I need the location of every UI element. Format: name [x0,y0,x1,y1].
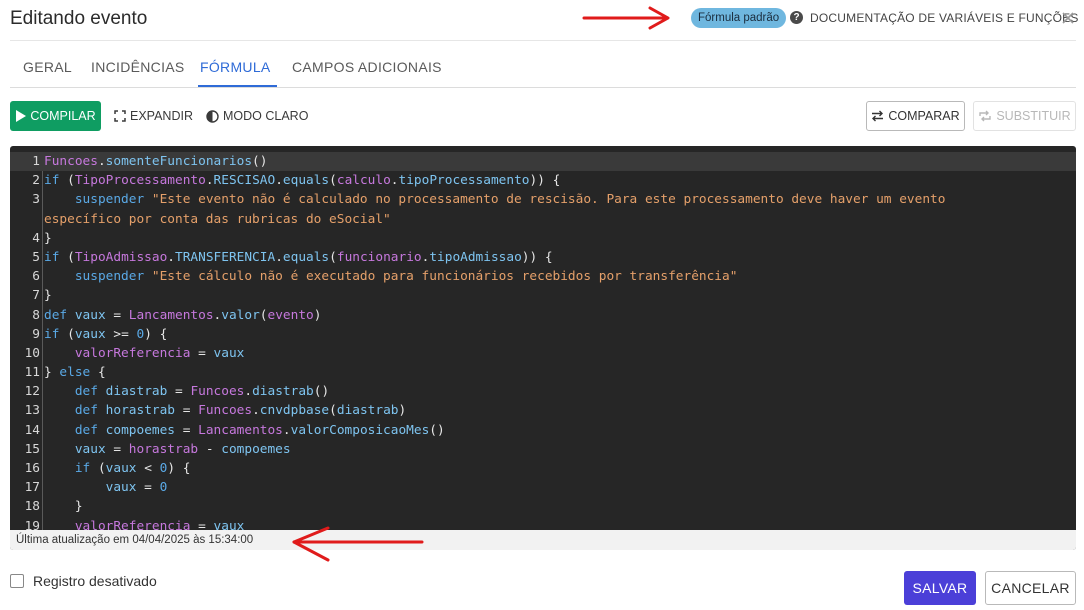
line-number: 4 [32,230,40,246]
code-line[interactable]: 9 if (vaux >= 0) { [10,325,1076,344]
code-text: Funcoes.somenteFuncionarios() [44,154,268,169]
expand-icon [114,110,126,122]
code-line[interactable]: específico por conta das rubricas do eSo… [10,210,1076,229]
replace-icon [979,110,992,122]
disabled-record-checkbox[interactable] [10,574,24,588]
swap-icon [872,110,884,122]
code-text: específico por conta das rubricas do eSo… [44,211,391,227]
line-number: 17 [24,480,40,496]
tab-incidencias[interactable]: INCIDÊNCIAS [91,59,185,75]
expand-label: EXPANDIR [130,109,193,123]
code-line[interactable]: 5 if (TipoAdmissao.TRANSFERENCIA.equals(f… [10,248,1076,267]
line-number: 11 [24,365,40,381]
line-number: 19 [24,518,40,530]
code-text: if (vaux < 0) { [74,461,191,476]
header-divider [10,40,1076,41]
code-line[interactable]: 2 if (TipoProcessamento.RESCISAO.equals(c… [10,171,1076,190]
code-text: suspender "Este cálculo não é executado … [74,269,738,285]
tab-geral[interactable]: GERAL [23,59,72,75]
tab-bar: GERAL INCIDÊNCIAS FÓRMULA CAMPOS ADICION… [10,48,1076,88]
question-circle-icon[interactable]: ? [790,11,803,24]
code-editor[interactable]: 1 Funcoes.somenteFuncionarios() 2 if (TipoP… [10,146,1076,550]
code-text: if (vaux >= 0) { [44,326,168,342]
compile-button[interactable]: COMPILAR [10,101,101,131]
replace-button[interactable]: SUBSTITUIR [973,101,1076,131]
code-text: def compoemes = Lancamentos.valorComposi… [74,422,445,438]
line-number: 12 [24,384,40,400]
line-number: 18 [24,499,40,515]
code-text: valorReferencia = vaux [74,345,245,361]
code-line[interactable]: 17 vaux = 0 [10,478,1076,497]
code-text: } [44,499,83,515]
light-mode-label: MODO CLARO [223,109,309,123]
code-text: def vaux = Lancamentos.valor(evento) [44,307,322,323]
code-text: } [44,288,52,304]
expand-button[interactable]: EXPANDIR [114,101,193,131]
last-update-status: Última atualização em 04/04/2025 às 15:3… [10,530,1076,550]
disabled-record-label: Registro desativado [33,573,157,589]
code-line[interactable]: 12 def diastrab = Funcoes.diastrab() [10,382,1076,401]
code-line[interactable]: 13 def horastrab = Funcoes.cnvdpbase(dia… [10,401,1076,420]
compile-label: COMPILAR [30,109,96,123]
default-formula-badge: Fórmula padrão [691,8,787,28]
code-line[interactable]: 3 suspender "Este evento não é calculado… [10,190,1076,209]
code-text: vaux = 0 [105,480,168,496]
line-number: 1 [32,154,40,169]
code-text: if (TipoAdmissao.TRANSFERENCIA.equals(fu… [44,249,553,265]
close-icon[interactable] [1060,10,1076,26]
contrast-icon [206,109,219,123]
save-button[interactable]: SALVAR [904,571,976,605]
line-number: 16 [24,461,40,476]
line-number: 7 [32,288,40,304]
line-number: 13 [24,403,40,419]
code-text: if (TipoProcessamento.RESCISAO.equals(ca… [44,173,561,189]
code-line[interactable]: 19 valorReferencia = vaux [10,517,1076,530]
code-text: def horastrab = Funcoes.cnvdpbase(diastr… [74,403,407,419]
editor-toolbar: COMPILAR EXPANDIR MODO CLARO COMPARAR SU… [10,101,1076,131]
line-number: 9 [32,326,40,342]
compare-button[interactable]: COMPARAR [866,101,965,131]
code-text: vaux = horastrab - compoemes [74,441,291,457]
active-tab-indicator [198,85,277,87]
code-line[interactable]: 10 valorReferencia = vaux [10,344,1076,363]
code-line[interactable]: 14 def compoemes = Lancamentos.valorComp… [10,421,1076,440]
replace-label: SUBSTITUIR [996,109,1071,123]
line-number: 8 [32,307,40,323]
tab-formula[interactable]: FÓRMULA [200,59,271,75]
code-text: valorReferencia = vaux [74,518,245,530]
code-line[interactable]: 1 Funcoes.somenteFuncionarios() [10,152,1076,172]
code-line[interactable]: 4} [10,229,1076,248]
cancel-button[interactable]: CANCELAR [985,571,1076,605]
code-text: } [44,230,52,246]
light-mode-button[interactable]: MODO CLARO [206,101,308,131]
code-text: suspender "Este evento não é calculado n… [74,192,946,208]
dialog-title: Editando evento [10,8,148,29]
code-text: } else { [44,365,106,381]
line-number: 14 [24,422,40,438]
line-number: 10 [24,345,40,361]
code-area[interactable]: 1 Funcoes.somenteFuncionarios() 2 if (TipoP… [10,152,1076,530]
code-line[interactable]: 16 if (vaux < 0) { [10,459,1076,478]
tab-campos-adicionais[interactable]: CAMPOS ADICIONAIS [292,59,442,75]
line-number: 2 [32,173,40,189]
code-line[interactable]: 11} else { [10,363,1076,382]
code-line[interactable]: 15 vaux = horastrab - compoemes [10,440,1076,459]
code-line[interactable]: 6 suspender "Este cálculo não é executad… [10,267,1076,286]
annotation-arrow [582,6,670,30]
code-line[interactable]: 7} [10,286,1076,305]
line-number: 6 [32,269,40,285]
line-number: 5 [32,249,40,265]
code-text: def diastrab = Funcoes.diastrab() [74,384,330,400]
line-number: 15 [24,441,40,457]
annotation-arrow-status [292,526,424,562]
documentation-link[interactable]: DOCUMENTAÇÃO DE VARIÁVEIS E FUNÇÕES [810,11,1079,25]
code-line[interactable]: 18 } [10,497,1076,516]
compare-label: COMPARAR [888,109,960,123]
play-icon [16,110,27,122]
code-line[interactable]: 8 def vaux = Lancamentos.valor(evento) [10,306,1076,325]
line-number: 3 [32,192,40,208]
